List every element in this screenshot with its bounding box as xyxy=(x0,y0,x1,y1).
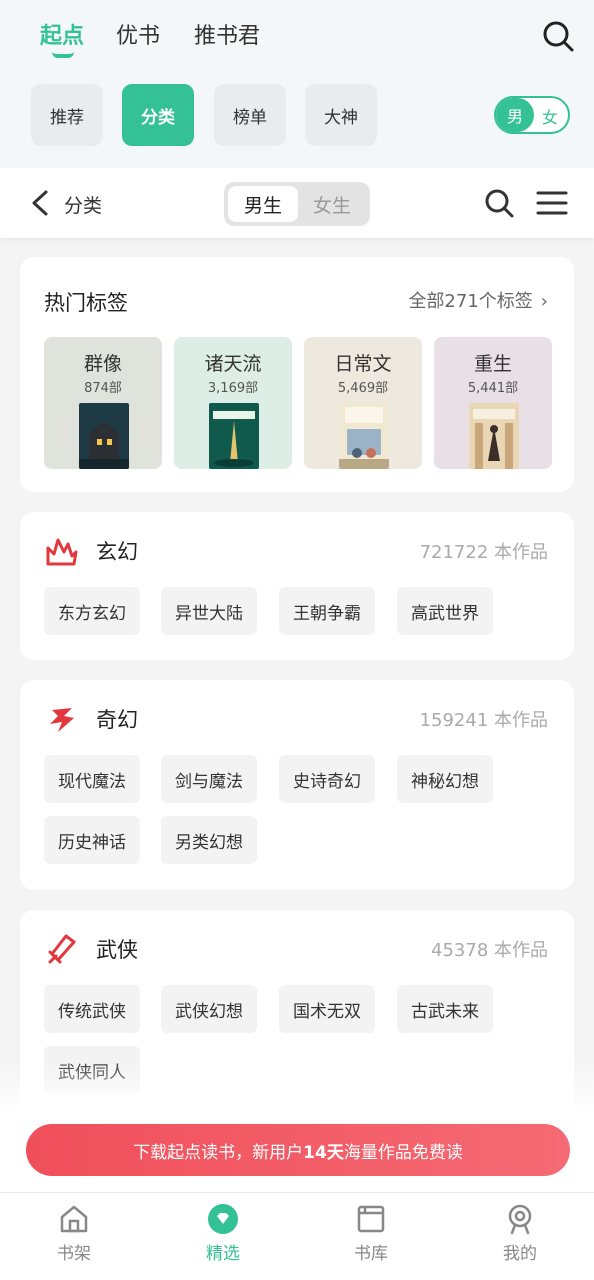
scroll-fade xyxy=(0,1060,594,1110)
hot-tag-count: 874部 xyxy=(84,381,122,396)
nav-featured[interactable]: 精选 xyxy=(173,1203,273,1273)
hot-tag-count: 3,169部 xyxy=(207,381,259,396)
chip-ranking[interactable]: 榜单 xyxy=(214,84,286,146)
subcategory-tag[interactable]: 国术无双 xyxy=(279,985,375,1033)
hot-tag-tile[interactable]: 重生 5,441部 xyxy=(434,337,552,469)
category-count: 159241 本作品 xyxy=(419,710,548,731)
book-cover-image xyxy=(339,403,389,469)
all-tags-label: 全部271个标签 xyxy=(408,291,533,312)
chip-label: 榜单 xyxy=(233,107,267,128)
subcategory-tag[interactable]: 高武世界 xyxy=(397,587,493,635)
hot-tags-title: 热门标签 xyxy=(44,291,128,315)
hot-tag-name: 日常文 xyxy=(334,353,392,375)
qihuan-icon xyxy=(50,708,74,732)
subcategory-tag[interactable]: 王朝争霸 xyxy=(279,587,375,635)
category-name: 玄幻 xyxy=(96,540,138,564)
top-header: 起点 优书 推书君 推荐 分类 榜单 大神 男 女 xyxy=(0,0,594,168)
gender-segmented-control: 男生 女生 xyxy=(224,182,370,226)
nav-bookshelf[interactable]: 书架 xyxy=(24,1203,124,1273)
subcategory-tag[interactable]: 武侠幻想 xyxy=(161,985,257,1033)
tab-qidian[interactable]: 起点 xyxy=(40,18,84,50)
tab-youshu[interactable]: 优书 xyxy=(116,18,160,50)
hot-tag-name: 诸天流 xyxy=(204,353,262,375)
subcategory-tag[interactable]: 剑与魔法 xyxy=(161,755,257,803)
subcategory-tag[interactable]: 异世大陆 xyxy=(161,587,257,635)
gender-toggle-on: 男 xyxy=(496,98,534,132)
subcategory-tag[interactable]: 现代魔法 xyxy=(44,755,140,803)
search-icon[interactable] xyxy=(540,18,576,54)
chevron-left-icon[interactable] xyxy=(28,188,52,218)
subcategory-tag[interactable]: 史诗奇幻 xyxy=(279,755,375,803)
hot-tag-count: 5,441部 xyxy=(467,381,519,396)
hot-tag-tile[interactable]: 诸天流 3,169部 xyxy=(174,337,292,469)
nav-label: 书架 xyxy=(57,1244,91,1264)
nav-profile[interactable]: 我的 xyxy=(470,1203,570,1273)
download-promo-button[interactable]: 下载起点读书，新用户 14天 海量作品免费读 xyxy=(26,1124,570,1176)
category-card[interactable]: 玄幻 721722 本作品 东方玄幻 异世大陆 王朝争霸 高武世界 xyxy=(20,512,574,660)
chip-label: 分类 xyxy=(141,107,175,128)
book-cover-image xyxy=(469,403,519,469)
hot-tag-tile[interactable]: 群像 874部 xyxy=(44,337,162,469)
subcategory-tag[interactable]: 神秘幻想 xyxy=(397,755,493,803)
subcategory-tag[interactable]: 东方玄幻 xyxy=(44,587,140,635)
category-name: 武侠 xyxy=(96,938,138,962)
diamond-icon xyxy=(208,1204,238,1234)
promo-highlight: 14天 xyxy=(303,1142,344,1163)
bottom-nav: 书架 精选 书库 我的 xyxy=(0,1192,594,1280)
gender-toggle-off: 女 xyxy=(541,108,558,127)
subcategory-tag[interactable]: 古武未来 xyxy=(397,985,493,1033)
chip-recommend[interactable]: 推荐 xyxy=(31,84,103,146)
promo-text-start: 下载起点读书，新用户 xyxy=(133,1142,304,1163)
category-name: 奇幻 xyxy=(96,708,138,732)
chip-label: 推荐 xyxy=(50,107,84,128)
menu-icon[interactable] xyxy=(536,188,568,218)
hot-tags-card: 热门标签 全部271个标签 › 群像 874部 诸天流 3,169部 日常文 5,… xyxy=(20,257,574,492)
book-icon xyxy=(357,1205,385,1233)
nav-label: 我的 xyxy=(503,1244,537,1264)
nav-label: 书库 xyxy=(354,1244,388,1264)
book-cover-image xyxy=(79,403,129,469)
subcategory-tag[interactable]: 另类幻想 xyxy=(161,816,257,864)
category-card[interactable]: 奇幻 159241 本作品 现代魔法 剑与魔法 史诗奇幻 神秘幻想 历史神话 另… xyxy=(20,680,574,890)
chevron-right-icon: › xyxy=(540,291,548,312)
promo-text-end: 海量作品免费读 xyxy=(343,1142,463,1163)
segment-female[interactable]: 女生 xyxy=(298,186,366,222)
chip-category[interactable]: 分类 xyxy=(122,84,194,146)
hot-tag-tile[interactable]: 日常文 5,469部 xyxy=(304,337,422,469)
nav-label: 精选 xyxy=(206,1244,240,1264)
tab-active-indicator xyxy=(52,52,74,58)
gender-toggle[interactable]: 男 女 xyxy=(494,96,570,134)
subcategory-tag[interactable]: 历史神话 xyxy=(44,816,140,864)
category-count: 45378 本作品 xyxy=(431,940,548,961)
chip-masters[interactable]: 大神 xyxy=(305,84,377,146)
chip-label: 大神 xyxy=(324,107,358,128)
category-count: 721722 本作品 xyxy=(419,542,548,563)
category-subbar: 分类 男生 女生 xyxy=(0,168,594,238)
wuxia-icon xyxy=(48,934,76,964)
hot-tag-count: 5,469部 xyxy=(337,381,389,396)
page-title: 分类 xyxy=(64,195,103,217)
nav-library[interactable]: 书库 xyxy=(321,1203,421,1273)
home-icon xyxy=(60,1205,88,1233)
xuanhuan-icon xyxy=(46,538,78,566)
book-cover-image xyxy=(209,403,259,469)
tab-tuishujun[interactable]: 推书君 xyxy=(194,18,260,50)
hot-tag-name: 重生 xyxy=(473,353,512,375)
hot-tag-name: 群像 xyxy=(83,353,122,375)
all-tags-link[interactable]: 全部271个标签 › xyxy=(408,287,548,313)
search-icon[interactable] xyxy=(482,186,516,220)
segment-male[interactable]: 男生 xyxy=(228,186,298,222)
profile-icon xyxy=(508,1204,532,1235)
subcategory-tag[interactable]: 传统武侠 xyxy=(44,985,140,1033)
